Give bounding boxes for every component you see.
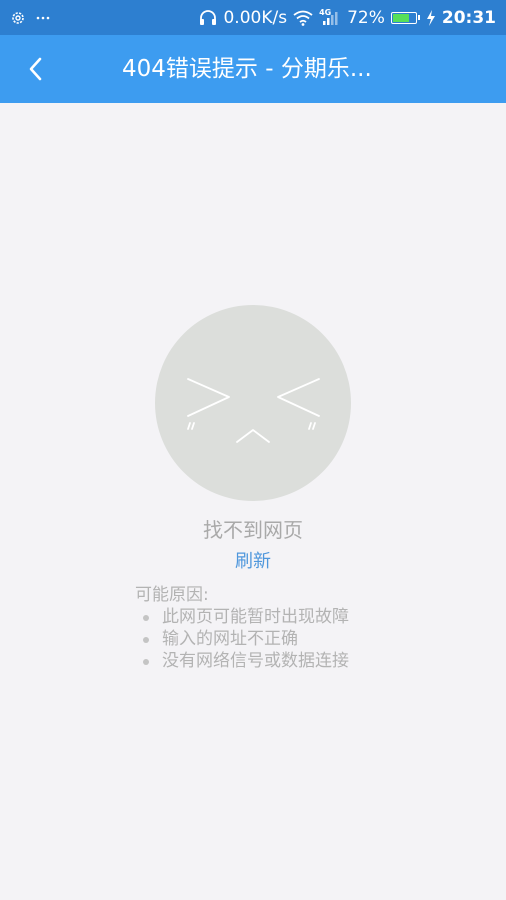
bullet xyxy=(143,659,149,665)
more-notifications-icon xyxy=(36,15,50,21)
headphones-icon xyxy=(199,9,217,26)
cellular-signal-icon: 4G xyxy=(319,7,341,26)
bullet xyxy=(143,615,149,621)
error-title: 找不到网页 xyxy=(203,518,303,542)
page-title: 404错误提示 - 分期乐... xyxy=(122,56,372,82)
network-speed: 0.00K/s xyxy=(223,7,288,28)
app-bar: 404错误提示 - 分期乐... xyxy=(0,35,506,103)
reason-item: 此网页可能暂时出现故障 xyxy=(135,606,349,628)
back-arrow-icon xyxy=(29,57,42,81)
reason-text: 此网页可能暂时出现故障 xyxy=(162,607,349,627)
reasons-list: 此网页可能暂时出现故障 输入的网址不正确 没有网络信号或数据连接 xyxy=(135,606,349,672)
battery-fill xyxy=(392,13,409,22)
status-right: 0.00K/s 4G 72% 20:31 xyxy=(199,8,496,28)
sad-face-illustration xyxy=(155,305,351,501)
possible-reasons: 可能原因: 此网页可能暂时出现故障 输入的网址不正确 没有网络信号或数据连接 xyxy=(135,584,349,672)
refresh-link[interactable]: 刷新 xyxy=(0,547,506,573)
wifi-icon xyxy=(293,10,313,26)
reason-item: 没有网络信号或数据连接 xyxy=(135,650,349,672)
clock: 20:31 xyxy=(441,7,496,28)
reason-text: 没有网络信号或数据连接 xyxy=(162,651,349,671)
face-circle xyxy=(155,305,351,501)
bullet xyxy=(143,637,149,643)
battery-percent: 72% xyxy=(347,7,385,28)
status-bar: 0.00K/s 4G 72% 20:31 xyxy=(0,0,506,35)
reasons-heading: 可能原因: xyxy=(135,585,209,605)
battery-icon xyxy=(390,11,420,24)
network-type: 4G xyxy=(319,7,332,17)
status-left xyxy=(10,10,50,26)
back-button[interactable] xyxy=(18,51,54,87)
reason-text: 输入的网址不正确 xyxy=(162,629,298,649)
charging-bolt-icon xyxy=(426,9,436,26)
reason-item: 输入的网址不正确 xyxy=(135,628,349,650)
settings-gear-icon xyxy=(10,10,26,26)
